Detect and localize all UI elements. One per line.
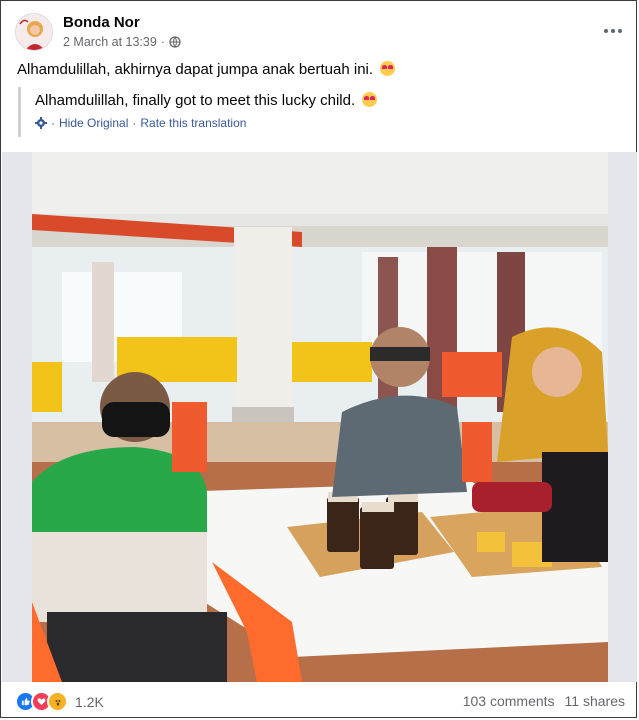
reaction-count[interactable]: 1.2K [75, 694, 104, 710]
hide-original-link[interactable]: Hide Original [59, 116, 128, 130]
shares-count-link[interactable]: 11 shares [565, 693, 625, 709]
post-stats: 103 comments 11 shares [463, 693, 625, 709]
translation-text-content: Alhamdulillah, finally got to meet this … [35, 92, 356, 109]
link-separator: · [132, 116, 137, 130]
post-timestamp[interactable]: 2 March at 13:39 [63, 35, 157, 49]
translation-block: Alhamdulillah, finally got to meet this … [18, 87, 618, 137]
post-footer: 1.2K 103 comments 11 shares [15, 691, 625, 713]
post-photo[interactable] [2, 152, 637, 682]
post-text-content: Alhamdulillah, akhirnya dapat jumpa anak… [17, 61, 374, 78]
translation-text: Alhamdulillah, finally got to meet this … [35, 92, 618, 109]
gear-icon[interactable] [35, 117, 47, 129]
post-header: Bonda Nor 2 March at 13:39 · [15, 13, 625, 53]
meta-separator: · [160, 35, 165, 49]
author-name[interactable]: Bonda Nor [63, 14, 140, 31]
dot-icon [618, 29, 622, 33]
translation-links: · Hide Original · Rate this translation [35, 116, 618, 130]
post-card: Bonda Nor 2 March at 13:39 · Alhamdulill… [0, 0, 637, 718]
avatar[interactable] [15, 13, 53, 51]
wow-reaction-icon [47, 691, 68, 712]
rate-translation-link[interactable]: Rate this translation [140, 116, 246, 130]
dot-icon [611, 29, 615, 33]
post-meta: 2 March at 13:39 · [63, 35, 181, 49]
link-separator: · [51, 116, 55, 130]
heart-eyes-emoji-icon [380, 61, 396, 76]
globe-icon[interactable] [169, 36, 181, 48]
heart-eyes-emoji-icon [362, 92, 378, 107]
more-options-button[interactable] [601, 21, 625, 41]
reactions-summary[interactable]: 1.2K [15, 691, 104, 712]
dot-icon [604, 29, 608, 33]
comments-count-link[interactable]: 103 comments [463, 693, 555, 709]
post-text: Alhamdulillah, akhirnya dapat jumpa anak… [17, 61, 396, 78]
